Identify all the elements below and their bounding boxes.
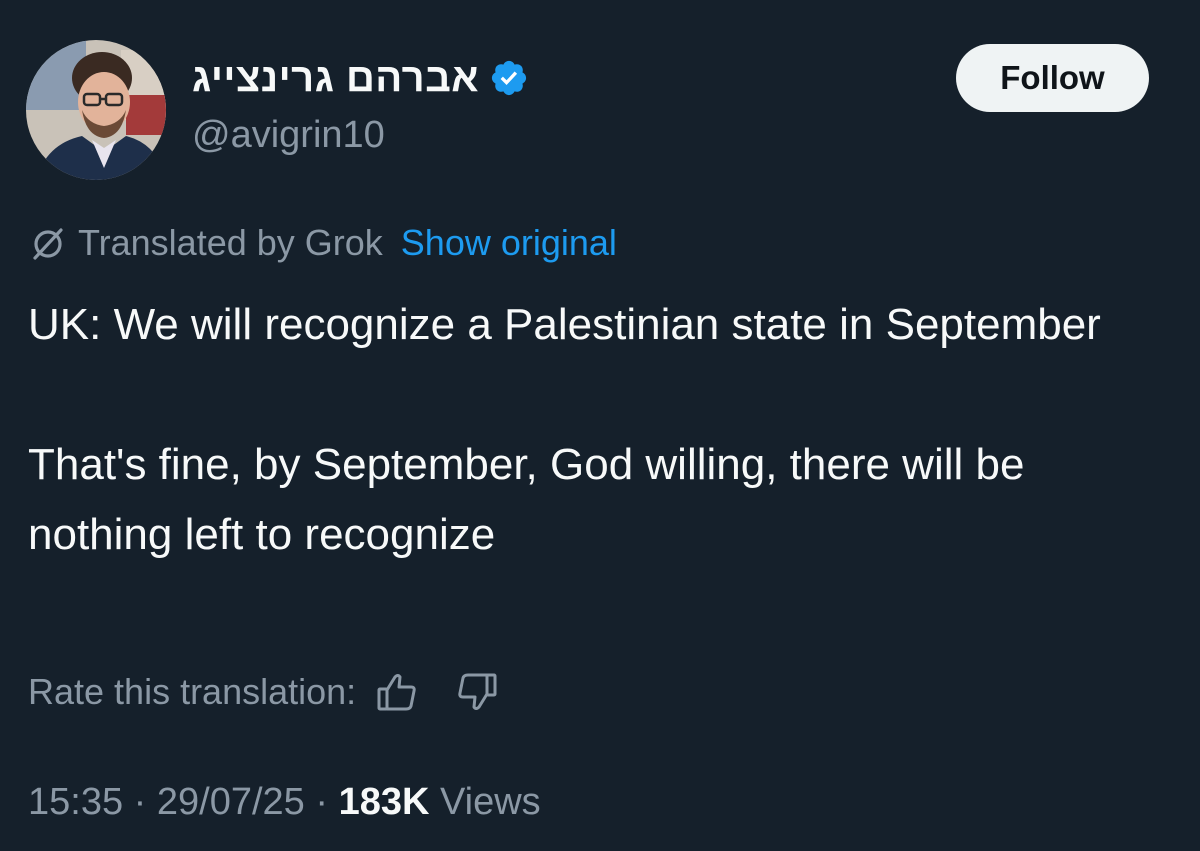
meta-separator	[429, 781, 440, 824]
tweet-time[interactable]: 15:35	[28, 781, 123, 824]
avatar[interactable]	[26, 40, 166, 180]
grok-icon	[28, 223, 68, 263]
rate-translation: Rate this translation:	[28, 664, 500, 720]
tweet-date[interactable]: 29/07/25	[157, 781, 305, 824]
verified-badge-icon	[489, 58, 529, 98]
avatar-image	[26, 40, 166, 180]
thumbs-up-icon[interactable]	[374, 669, 420, 715]
follow-button[interactable]: Follow	[956, 44, 1149, 112]
show-original-link[interactable]: Show original	[401, 222, 617, 264]
meta-separator: ·	[315, 780, 329, 823]
meta-separator: ·	[133, 780, 147, 823]
tweet-meta: 15:35 · 29/07/25 · 183K Views	[28, 776, 541, 828]
meta-separator	[146, 781, 157, 824]
meta-separator	[328, 781, 339, 824]
translated-by-label: Translated by Grok	[78, 222, 383, 263]
views-count[interactable]: 183K	[339, 781, 430, 824]
author-name-row[interactable]: אברהם גרינצייג	[192, 52, 529, 104]
tweet-paragraph: That's fine, by September, God willing, …	[28, 440, 1025, 559]
tweet-text: UK: We will recognize a Palestinian stat…	[28, 290, 1168, 570]
meta-separator	[123, 781, 134, 824]
thumbs-down-icon[interactable]	[454, 669, 500, 715]
tweet-paragraph: UK: We will recognize a Palestinian stat…	[28, 300, 1101, 349]
display-name[interactable]: אברהם גרינצייג	[192, 56, 479, 101]
translation-notice: Translated by Grok Show original	[28, 218, 617, 268]
views-label: Views	[439, 780, 541, 823]
tweet-card: אברהם גרינצייג @avigrin10 Follow Transla…	[0, 0, 1200, 851]
rate-translation-label: Rate this translation:	[28, 671, 357, 712]
author-handle[interactable]: @avigrin10	[192, 114, 385, 157]
meta-separator	[305, 781, 316, 824]
